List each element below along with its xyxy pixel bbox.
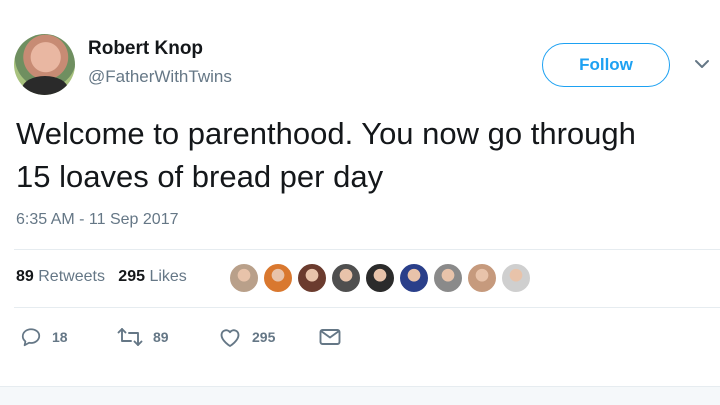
direct-message-button[interactable] — [318, 322, 342, 352]
divider — [14, 249, 720, 250]
heart-icon — [220, 329, 240, 347]
liker-avatar[interactable] — [263, 263, 293, 293]
follow-button-label: Follow — [579, 55, 633, 74]
reply-button[interactable]: 18 — [20, 322, 68, 352]
like-button[interactable]: 295 — [218, 322, 275, 352]
direct-message-icon — [319, 329, 341, 345]
liker-avatar[interactable] — [433, 263, 463, 293]
tweet-text-line: 15 loaves of bread per day — [16, 159, 384, 194]
liker-avatar[interactable] — [229, 263, 259, 293]
reply-count: 18 — [52, 329, 68, 345]
liker-avatar[interactable] — [501, 263, 531, 293]
tweet-actions: 18 89 295 — [0, 322, 720, 352]
chevron-down-icon[interactable] — [693, 57, 711, 71]
reply-icon — [21, 328, 41, 347]
user-handle[interactable]: @FatherWithTwins — [88, 67, 232, 87]
footer-strip — [0, 386, 720, 405]
retweet-icon — [117, 328, 143, 346]
likes-label: Likes — [149, 268, 187, 285]
liker-avatar[interactable] — [297, 263, 327, 293]
user-avatar[interactable] — [14, 34, 75, 95]
engagement-stats: 89 Retweets 295 Likes — [16, 268, 187, 286]
tweet-text: Welcome to parenthood. You now go throug… — [16, 112, 716, 198]
tweet-timestamp[interactable]: 6:35 AM - 11 Sep 2017 — [16, 211, 178, 229]
retweets-label: Retweets — [38, 268, 105, 285]
liker-avatar[interactable] — [467, 263, 497, 293]
retweet-count: 89 — [153, 329, 169, 345]
like-count: 295 — [252, 329, 276, 345]
tweet-text-line: Welcome to parenthood. You now go throug… — [16, 116, 636, 151]
divider — [14, 307, 720, 308]
retweet-button[interactable]: 89 — [117, 322, 169, 352]
liker-avatar[interactable] — [399, 263, 429, 293]
retweet-count: 89 — [16, 268, 34, 285]
liker-avatar[interactable] — [331, 263, 361, 293]
like-count: 295 — [118, 268, 145, 285]
retweets-link[interactable]: 89 Retweets — [16, 268, 105, 285]
likes-link[interactable]: 295 Likes — [118, 268, 187, 285]
liker-avatar[interactable] — [365, 263, 395, 293]
user-name[interactable]: Robert Knop — [88, 38, 203, 60]
follow-button[interactable]: Follow — [542, 43, 670, 87]
